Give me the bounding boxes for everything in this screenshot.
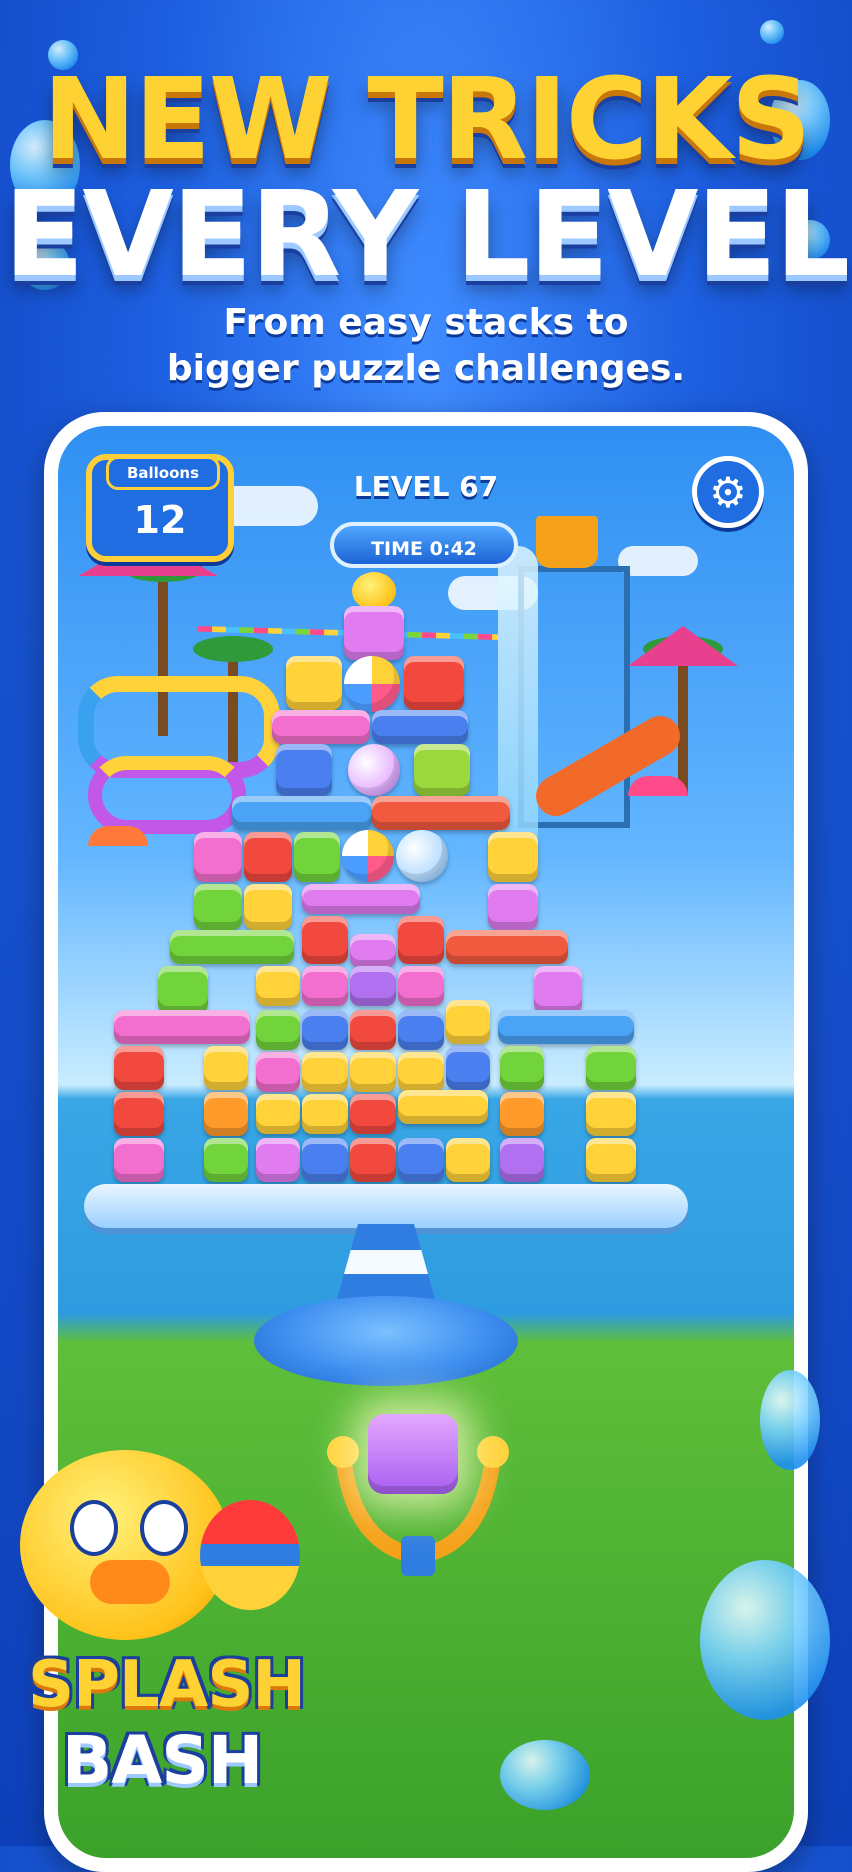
mascot-eye xyxy=(140,1500,188,1556)
block xyxy=(398,1090,488,1124)
block xyxy=(586,1046,636,1090)
palm-tree xyxy=(678,646,688,796)
block xyxy=(414,744,470,796)
timer-badge: TIME 0:42 xyxy=(330,522,518,568)
water-splash-decoration xyxy=(760,1370,820,1470)
cloud xyxy=(618,546,698,576)
block xyxy=(398,966,444,1006)
block xyxy=(500,1046,544,1090)
beach-ball xyxy=(344,656,400,712)
block xyxy=(204,1092,248,1136)
block xyxy=(372,796,510,830)
bubble-ball xyxy=(396,830,448,882)
subtitle-line-2: bigger puzzle challenges. xyxy=(166,348,686,389)
block xyxy=(302,1094,348,1134)
block xyxy=(302,884,420,914)
water-slide xyxy=(88,756,246,834)
block xyxy=(350,934,396,968)
block xyxy=(286,656,342,710)
block xyxy=(446,1000,490,1044)
umbrella xyxy=(628,776,688,796)
balance-platform xyxy=(84,1184,688,1228)
block xyxy=(256,1052,300,1092)
headline-line-2: EVERY LEVEL xyxy=(3,165,850,303)
block xyxy=(114,1010,250,1044)
block xyxy=(344,606,404,660)
water-splash-decoration xyxy=(500,1740,590,1810)
block xyxy=(350,1094,396,1134)
block xyxy=(372,710,468,744)
block xyxy=(488,832,538,882)
block xyxy=(446,930,568,964)
loaded-block[interactable] xyxy=(368,1414,458,1494)
block xyxy=(294,832,340,882)
bubble-ball xyxy=(348,744,400,796)
block xyxy=(276,744,332,796)
water-splash-decoration xyxy=(760,20,784,44)
block xyxy=(586,1092,636,1136)
rubber-duck-topper xyxy=(352,572,396,610)
block xyxy=(232,796,372,830)
block xyxy=(302,916,348,964)
block xyxy=(244,884,292,930)
block xyxy=(302,1052,348,1092)
headline-line-1: NEW TRICKS xyxy=(42,55,812,185)
block xyxy=(398,1138,444,1182)
beach-ball xyxy=(342,830,394,882)
block xyxy=(446,1138,490,1182)
block xyxy=(302,1138,348,1182)
settings-button[interactable]: ⚙ xyxy=(692,456,764,528)
block xyxy=(498,1010,634,1044)
balloons-count: 12 xyxy=(133,498,187,542)
pedestal-ring xyxy=(254,1296,518,1386)
mascot-eye xyxy=(70,1500,118,1556)
block xyxy=(500,1138,544,1182)
block xyxy=(256,1094,300,1134)
block xyxy=(194,884,242,930)
block xyxy=(204,1046,248,1090)
block xyxy=(158,966,208,1014)
block xyxy=(350,1138,396,1182)
block xyxy=(350,1052,396,1092)
logo-splash: SPLASH xyxy=(28,1648,306,1722)
block xyxy=(256,1010,300,1050)
water-splash-decoration xyxy=(700,1560,830,1720)
block xyxy=(256,1138,300,1182)
palm-leaves xyxy=(193,636,273,662)
block xyxy=(398,1052,444,1092)
block xyxy=(446,1046,490,1090)
subtitle-line-1: From easy stacks to xyxy=(223,302,629,343)
water-balloon xyxy=(200,1500,300,1610)
game-screen: Balloons 12 LEVEL 67 TIME 0:42 ⚙ xyxy=(58,426,794,1858)
block xyxy=(586,1138,636,1182)
block xyxy=(256,966,300,1006)
block xyxy=(398,1010,444,1050)
block xyxy=(500,1092,544,1136)
block xyxy=(114,1092,164,1136)
block xyxy=(114,1138,164,1182)
logo-bash: BASH xyxy=(62,1722,263,1799)
duck-mascot xyxy=(20,1450,230,1640)
water-bucket xyxy=(536,516,598,568)
block xyxy=(272,710,370,744)
block xyxy=(404,656,464,710)
block xyxy=(350,1010,396,1050)
block xyxy=(194,832,242,882)
block xyxy=(350,966,396,1006)
block xyxy=(244,832,292,882)
block xyxy=(302,966,348,1006)
block xyxy=(302,1010,348,1050)
block xyxy=(398,916,444,964)
block xyxy=(170,930,294,964)
level-title: LEVEL 67 xyxy=(353,470,499,503)
block xyxy=(114,1046,164,1090)
subtitle: From easy stacks to bigger puzzle challe… xyxy=(126,300,726,392)
gear-icon: ⚙ xyxy=(709,468,747,517)
block xyxy=(534,966,582,1014)
umbrella xyxy=(88,826,148,846)
mascot-beak xyxy=(90,1560,170,1604)
block xyxy=(488,884,538,930)
block xyxy=(204,1138,248,1182)
